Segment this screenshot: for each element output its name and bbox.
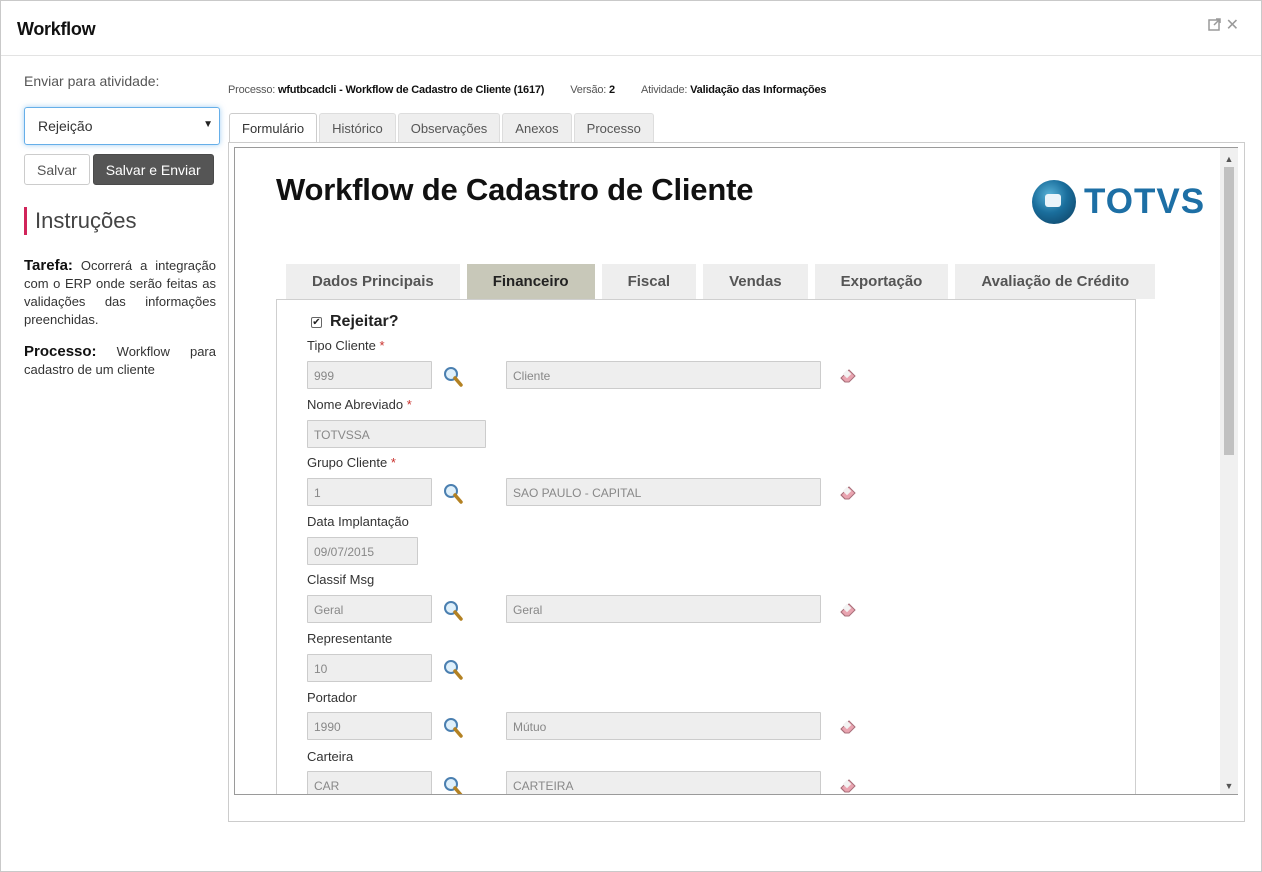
tab-dados-principais[interactable]: Dados Principais bbox=[286, 264, 460, 299]
tab-historico[interactable]: Histórico bbox=[319, 113, 396, 142]
reject-label: Rejeitar? bbox=[330, 313, 399, 330]
tab-processo[interactable]: Processo bbox=[573, 113, 654, 142]
form-scrollbar[interactable]: ▲ ▼ bbox=[1220, 148, 1238, 794]
data-implantacao-label: Data Implantação bbox=[307, 514, 409, 529]
modal-header: Workflow ✕ bbox=[1, 1, 1261, 56]
eraser-icon[interactable] bbox=[839, 600, 859, 618]
magnifier-icon[interactable] bbox=[443, 366, 463, 388]
form-frame: Workflow de Cadastro de Cliente TOTVS Da… bbox=[234, 147, 1238, 795]
portador-label: Portador bbox=[307, 690, 357, 705]
classif-msg-code-input[interactable]: Geral bbox=[307, 595, 432, 623]
caret-down-icon: ▼ bbox=[203, 119, 213, 130]
reject-checkbox[interactable]: ✔ bbox=[311, 316, 322, 328]
tab-vendas[interactable]: Vendas bbox=[703, 264, 808, 299]
eraser-icon[interactable] bbox=[839, 483, 859, 501]
scroll-down-icon[interactable]: ▼ bbox=[1220, 778, 1238, 794]
save-button[interactable]: Salvar bbox=[24, 154, 90, 185]
carteira-desc-input: CARTEIRA bbox=[506, 771, 821, 794]
classif-msg-desc-input: Geral bbox=[506, 595, 821, 623]
process-info-value: wfutbcadcli - Workflow de Cadastro de Cl… bbox=[277, 84, 545, 96]
totvs-logo-text: TOTVS bbox=[1084, 182, 1206, 221]
form-title: Workflow de Cadastro de Cliente bbox=[276, 172, 754, 207]
magnifier-icon[interactable] bbox=[443, 717, 463, 739]
activity-select[interactable]: Rejeição ▼ bbox=[24, 107, 220, 145]
task-instruction: Tarefa: Ocorrerá a integração com o ERP … bbox=[24, 257, 216, 329]
tab-financeiro[interactable]: Financeiro bbox=[466, 264, 595, 299]
tab-anexos[interactable]: Anexos bbox=[502, 113, 572, 142]
eraser-icon[interactable] bbox=[839, 366, 859, 384]
header-icons: ✕ bbox=[1207, 17, 1239, 35]
tab-avaliacao-credito[interactable]: Avaliação de Crédito bbox=[955, 264, 1156, 299]
nome-abreviado-label: Nome Abreviado * bbox=[307, 397, 412, 412]
grupo-cliente-label-text: Grupo Cliente bbox=[307, 455, 388, 470]
grupo-cliente-label: Grupo Cliente * bbox=[307, 455, 396, 470]
tipo-cliente-label-text: Tipo Cliente bbox=[307, 338, 376, 353]
scroll-up-icon[interactable]: ▲ bbox=[1220, 151, 1238, 167]
carteira-label: Carteira bbox=[307, 749, 354, 764]
required-mark: * bbox=[379, 338, 385, 353]
process-info-bar: Processo: wfutbcadcli - Workflow de Cada… bbox=[228, 84, 827, 96]
process-info-label: Processo: bbox=[228, 84, 276, 96]
reject-row: ✔ Rejeitar? bbox=[311, 313, 398, 331]
expand-icon[interactable] bbox=[1207, 17, 1222, 35]
representante-code-input[interactable]: 10 bbox=[307, 654, 432, 682]
form-content: Workflow de Cadastro de Cliente TOTVS Da… bbox=[235, 148, 1220, 794]
task-label: Tarefa: bbox=[24, 257, 73, 274]
eraser-icon[interactable] bbox=[839, 776, 859, 794]
version-value: 2 bbox=[609, 84, 615, 96]
version-info: Versão: 2 bbox=[570, 84, 615, 96]
required-mark: * bbox=[390, 455, 396, 470]
action-buttons: Salvar Salvar e Enviar bbox=[24, 154, 216, 185]
totvs-logo: TOTVS bbox=[1032, 180, 1205, 224]
data-implantacao-input[interactable]: 09/07/2015 bbox=[307, 537, 418, 565]
save-and-send-button[interactable]: Salvar e Enviar bbox=[92, 154, 214, 185]
nome-abreviado-label-text: Nome Abreviado bbox=[307, 397, 404, 412]
portador-desc-input: Mútuo bbox=[506, 712, 821, 740]
tipo-cliente-code-input[interactable]: 999 bbox=[307, 361, 432, 389]
activity-info: Atividade: Validação das Informações bbox=[640, 84, 827, 96]
magnifier-icon[interactable] bbox=[443, 483, 463, 505]
process-instruction: Processo: Workflow para cadastro de um c… bbox=[24, 343, 216, 379]
tipo-cliente-label: Tipo Cliente * bbox=[307, 338, 385, 353]
tipo-cliente-desc-input: Cliente bbox=[506, 361, 821, 389]
workflow-modal: Workflow ✕ Enviar para atividade: Rejeiç… bbox=[0, 0, 1262, 872]
classif-msg-label: Classif Msg bbox=[307, 572, 375, 587]
tab-observacoes[interactable]: Observações bbox=[397, 113, 501, 142]
version-label: Versão: bbox=[570, 84, 607, 96]
activity-value: Validação das Informações bbox=[690, 84, 827, 96]
grupo-cliente-desc-input: SAO PAULO - CAPITAL bbox=[506, 478, 821, 506]
activity-label: Atividade: bbox=[640, 84, 688, 96]
close-icon[interactable]: ✕ bbox=[1226, 18, 1239, 34]
modal-title: Workflow bbox=[17, 19, 96, 39]
sidebar: Enviar para atividade: Rejeição ▼ Salvar… bbox=[24, 73, 220, 379]
representante-label: Representante bbox=[307, 631, 393, 646]
process-info: Processo: wfutbcadcli - Workflow de Cada… bbox=[228, 84, 544, 96]
send-to-activity-label: Enviar para atividade: bbox=[24, 73, 160, 89]
form-tabs: Dados Principais Financeiro Fiscal Venda… bbox=[286, 264, 1156, 299]
portador-code-input[interactable]: 1990 bbox=[307, 712, 432, 740]
tab-fiscal[interactable]: Fiscal bbox=[601, 264, 697, 299]
totvs-logo-icon bbox=[1032, 180, 1076, 224]
carteira-code-input[interactable]: CAR bbox=[307, 771, 432, 794]
grupo-cliente-code-input[interactable]: 1 bbox=[307, 478, 432, 506]
outer-tabs: Formulário Histórico Observações Anexos … bbox=[229, 113, 654, 143]
magnifier-icon[interactable] bbox=[443, 600, 463, 622]
magnifier-icon[interactable] bbox=[443, 659, 463, 681]
nome-abreviado-input[interactable]: TOTVSSA bbox=[307, 420, 486, 448]
instructions-title: Instruções bbox=[24, 207, 216, 235]
scrollbar-thumb[interactable] bbox=[1224, 167, 1234, 455]
tab-exportacao[interactable]: Exportação bbox=[814, 264, 949, 299]
eraser-icon[interactable] bbox=[839, 717, 859, 735]
process-label: Processo: bbox=[24, 343, 97, 360]
required-mark: * bbox=[406, 397, 412, 412]
magnifier-icon[interactable] bbox=[443, 776, 463, 794]
activity-select-value: Rejeição bbox=[38, 118, 93, 134]
tab-formulario[interactable]: Formulário bbox=[229, 113, 318, 143]
